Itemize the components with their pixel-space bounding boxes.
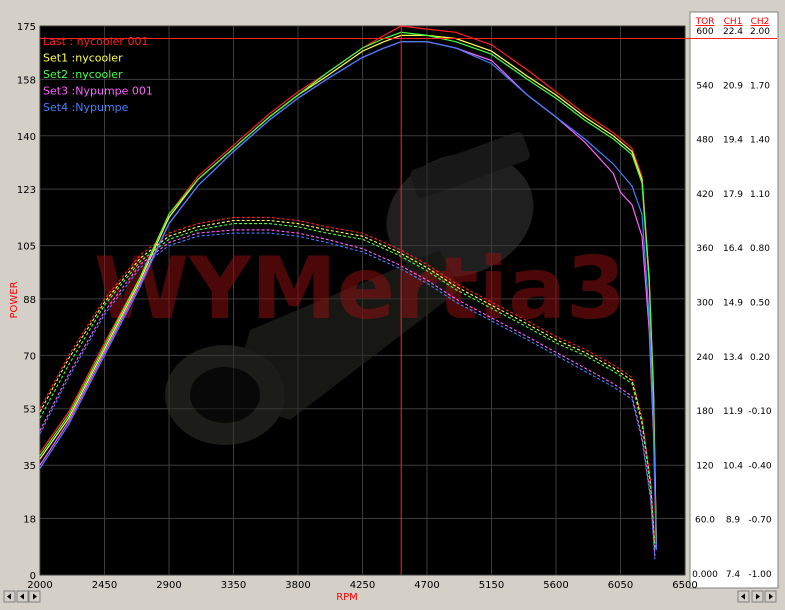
right-axis-value: 60.0 — [695, 516, 715, 526]
y-tick-label: 70 — [23, 351, 36, 362]
y-tick-label: 18 — [23, 515, 36, 526]
right-axis-value: 360 — [696, 244, 713, 254]
right-axis-header: CH2 — [751, 17, 770, 27]
right-axis-value: 8.9 — [726, 516, 741, 526]
x-tick-label: 4250 — [350, 580, 375, 591]
right-axis-header: TOR — [695, 17, 715, 27]
y-tick-label: 158 — [17, 75, 36, 86]
x-tick-label: 3350 — [221, 580, 246, 591]
chart-svg: WYMertia3 Last : nycooler 001 Set1 :nycoo… — [0, 0, 785, 610]
right-axis-value: -1.00 — [748, 570, 772, 580]
right-axis-value: 0.000 — [692, 570, 718, 580]
right-axis-value: 1.40 — [750, 136, 770, 146]
x-tick-label: 5150 — [479, 580, 504, 591]
right-axis-value: 1.10 — [750, 190, 770, 200]
y-tick-label: 123 — [17, 185, 36, 196]
legend-entry[interactable]: Set4 :Nypumpe — [43, 101, 129, 114]
y-tick-label: 53 — [23, 405, 36, 416]
y-axis-label: POWER — [9, 281, 20, 318]
x-tick-label: 5600 — [543, 580, 568, 591]
legend-entry[interactable]: Last : nycooler 001 — [43, 35, 148, 48]
right-axis-value: 120 — [696, 461, 713, 471]
y-tick-label: 105 — [17, 242, 36, 253]
right-axis-value: 420 — [696, 190, 713, 200]
right-axis-value: 11.9 — [723, 407, 743, 417]
rod-big-end-hole — [190, 367, 260, 423]
right-axis-value: 17.9 — [723, 190, 743, 200]
right-axis-value: 600 — [696, 27, 713, 37]
right-axis-header: CH1 — [724, 17, 743, 27]
right-axis-value: -0.70 — [748, 516, 772, 526]
right-axis-value: 0.20 — [750, 353, 770, 363]
right-axis-value: 0.50 — [750, 299, 770, 309]
right-axis-value: 20.9 — [723, 81, 743, 91]
y-tick-label: 35 — [23, 461, 36, 472]
right-axis-value: 13.4 — [723, 353, 743, 363]
right-axis-value: -0.10 — [748, 407, 772, 417]
x-axis-label: RPM — [336, 592, 358, 603]
x-tick-label: 3800 — [285, 580, 310, 591]
legend-entry[interactable]: Set2 :nycooler — [43, 68, 123, 81]
right-axis-value: 10.4 — [723, 461, 743, 471]
watermark-text: WYMertia3 — [94, 239, 626, 339]
right-axis-value: 540 — [696, 81, 713, 91]
right-axis-value: 22.4 — [723, 27, 743, 37]
right-axis-value: 180 — [696, 407, 713, 417]
right-axis-value: 480 — [696, 136, 713, 146]
right-axis-value: 7.4 — [726, 570, 741, 580]
right-axis-value: 0.80 — [750, 244, 770, 254]
x-tick-label: 2000 — [27, 580, 52, 591]
x-tick-label: 6500 — [672, 580, 697, 591]
right-axis-value: 240 — [696, 353, 713, 363]
x-tick-label: 2450 — [92, 580, 117, 591]
right-axis-value: 14.9 — [723, 299, 743, 309]
right-axis-value: 300 — [696, 299, 713, 309]
right-axis-value: 16.4 — [723, 244, 743, 254]
y-tick-label: 88 — [23, 295, 36, 306]
legend-entry[interactable]: Set1 :nycooler — [43, 52, 123, 65]
dyno-chart: WYMertia3 Last : nycooler 001 Set1 :nycoo… — [0, 0, 785, 610]
right-axis-value: -0.40 — [748, 461, 772, 471]
legend-entry[interactable]: Set3 :Nypumpe 001 — [43, 85, 153, 98]
x-tick-label: 6050 — [608, 580, 633, 591]
x-tick-label: 4700 — [414, 580, 439, 591]
y-tick-label: 140 — [17, 132, 36, 143]
x-tick-label: 2900 — [156, 580, 181, 591]
right-axis-value: 19.4 — [723, 136, 743, 146]
y-tick-label: 175 — [17, 22, 36, 33]
right-axis-value: 1.70 — [750, 81, 770, 91]
right-axis-value: 2.00 — [750, 27, 770, 37]
